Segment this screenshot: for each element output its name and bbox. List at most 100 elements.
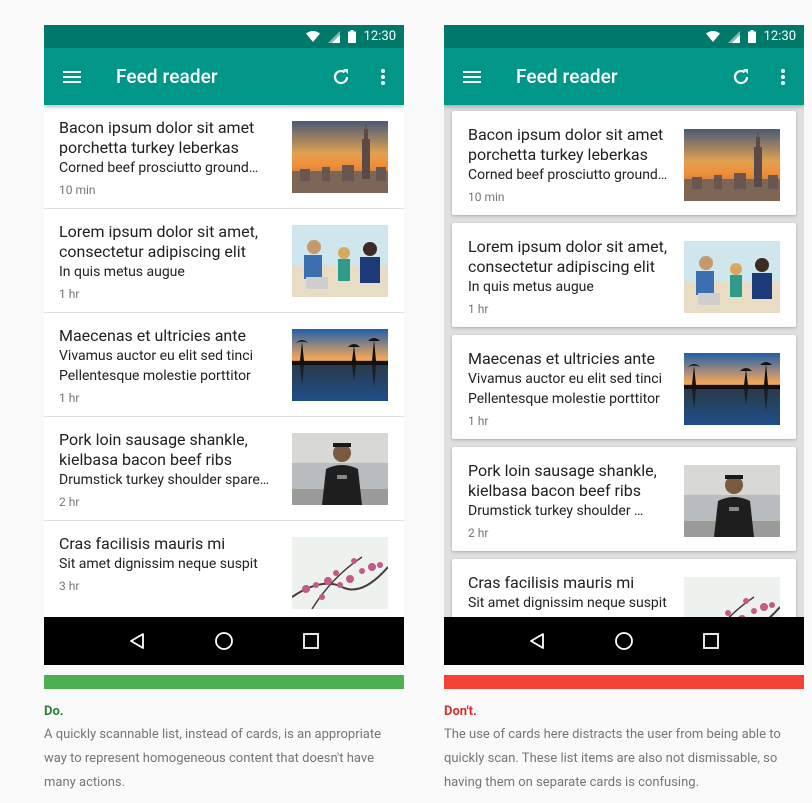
item-title: Bacon ipsum dolor sit amet porchetta tur… (59, 118, 255, 157)
item-title: Bacon ipsum dolor sit amet porchetta tur… (468, 125, 664, 164)
city-skyline-thumbnail (684, 129, 780, 201)
list-item[interactable]: Maecenas et ultricies ante Vivamus auctor… (44, 313, 404, 417)
pink-blossoms-thumbnail (292, 537, 388, 609)
item-title: Cras facilisis mauris mi (59, 534, 226, 553)
item-subtitle: Drumstick turkey shoulder spare… (59, 472, 270, 488)
dont-description: The use of cards here distracts the user… (444, 727, 781, 790)
dont-indicator-bar (444, 675, 804, 689)
do-label: Do. (44, 704, 64, 719)
app-title: Feed reader (116, 65, 218, 88)
feed-card[interactable]: Bacon ipsum dolor sit amet porchetta tur… (452, 111, 796, 215)
item-subtitle: Vivamus auctor eu elit sed tinci (59, 348, 253, 364)
item-subtitle: Corned beef prosciutto ground… (59, 160, 259, 176)
signal-icon (327, 30, 340, 43)
wifi-icon (305, 31, 320, 42)
signal-icon (727, 30, 740, 43)
feed-list: Bacon ipsum dolor sit amet porchetta tur… (44, 105, 404, 617)
battery-icon (347, 30, 356, 43)
item-time: 1 hr (468, 302, 489, 316)
palm-sunset-thumbnail (684, 353, 780, 425)
battery-icon (747, 30, 756, 43)
item-title: Pork loin sausage shankle, kielbasa baco… (468, 461, 657, 500)
city-skyline-thumbnail (292, 121, 388, 193)
back-icon[interactable] (117, 621, 157, 661)
item-time: 1 hr (468, 414, 489, 428)
item-time: 1 hr (59, 287, 80, 301)
status-time: 12:30 (763, 29, 796, 44)
app-title: Feed reader (516, 65, 618, 88)
family-beach-thumbnail (292, 225, 388, 297)
app-bar: Feed reader (44, 48, 404, 105)
family-beach-thumbnail (684, 241, 780, 313)
item-text: Cras facilisis mauris mi Sit amet digniss… (468, 573, 673, 613)
item-text: Maecenas et ultricies ante Vivamus auctor… (59, 326, 274, 406)
menu-icon[interactable] (444, 49, 500, 105)
phone-frame-list: 12:30 Feed reader Bacon ipsum dolor sit … (44, 25, 404, 665)
list-item[interactable]: Pork loin sausage shankle, kielbasa baco… (44, 417, 404, 521)
item-title: Maecenas et ultricies ante (468, 349, 655, 368)
item-text: Pork loin sausage shankle, kielbasa baco… (468, 461, 673, 541)
back-icon[interactable] (517, 621, 557, 661)
do-indicator-bar (44, 675, 404, 689)
feed-card[interactable]: Cras facilisis mauris mi Sit amet digniss… (452, 559, 796, 617)
item-title: Lorem ipsum dolor sit amet, consectetur … (468, 237, 667, 276)
more-vert-icon[interactable] (362, 49, 404, 105)
status-time: 12:30 (363, 29, 396, 44)
item-time: 10 min (59, 183, 96, 197)
recents-icon[interactable] (291, 621, 331, 661)
feed-cards: Bacon ipsum dolor sit amet porchetta tur… (444, 105, 804, 617)
item-title: Lorem ipsum dolor sit amet, consectetur … (59, 222, 258, 261)
dont-label: Don't. (444, 704, 477, 719)
item-time: 1 hr (59, 391, 80, 405)
menu-icon[interactable] (44, 49, 100, 105)
list-item[interactable]: Bacon ipsum dolor sit amet porchetta tur… (44, 105, 404, 209)
item-time: 2 hr (59, 495, 80, 509)
item-subtitle: Sit amet dignissim neque suspit (59, 556, 258, 572)
item-subtitle: Pellentesque molestie porttitor (468, 391, 660, 407)
item-text: Bacon ipsum dolor sit amet porchetta tur… (468, 125, 673, 205)
wifi-icon (705, 31, 720, 42)
man-portrait-thumbnail (684, 465, 780, 537)
item-subtitle: Sit amet dignissim neque suspit (468, 595, 667, 611)
item-subtitle: In quis metus augue (59, 264, 185, 280)
item-text: Lorem ipsum dolor sit amet, consectetur … (59, 222, 274, 302)
item-subtitle: Pellentesque molestie porttitor (59, 368, 251, 384)
item-text: Maecenas et ultricies ante Vivamus auctor… (468, 349, 673, 429)
feed-card[interactable]: Pork loin sausage shankle, kielbasa baco… (452, 447, 796, 551)
nav-bar (444, 617, 804, 665)
item-text: Cras facilisis mauris mi Sit amet digniss… (59, 534, 274, 594)
item-title: Maecenas et ultricies ante (59, 326, 246, 345)
man-portrait-thumbnail (292, 433, 388, 505)
feed-card[interactable]: Maecenas et ultricies ante Vivamus auctor… (452, 335, 796, 439)
item-title: Pork loin sausage shankle, kielbasa baco… (59, 430, 248, 469)
item-text: Bacon ipsum dolor sit amet porchetta tur… (59, 118, 274, 198)
phone-frame-cards: 12:30 Feed reader Bacon ipsum dolor sit … (444, 25, 804, 665)
list-item[interactable]: Lorem ipsum dolor sit amet, consectetur … (44, 209, 404, 313)
list-item[interactable]: Cras facilisis mauris mi Sit amet digniss… (44, 521, 404, 617)
item-time: 10 min (468, 190, 505, 204)
refresh-icon[interactable] (320, 49, 362, 105)
item-time: 3 hr (59, 579, 80, 593)
item-title: Cras facilisis mauris mi (468, 573, 635, 592)
item-subtitle: Drumstick turkey shoulder … (468, 503, 644, 519)
more-vert-icon[interactable] (762, 49, 804, 105)
refresh-icon[interactable] (720, 49, 762, 105)
feed-card[interactable]: Lorem ipsum dolor sit amet, consectetur … (452, 223, 796, 327)
item-subtitle: In quis metus augue (468, 279, 594, 295)
nav-bar (44, 617, 404, 665)
item-time: 2 hr (468, 526, 489, 540)
app-bar: Feed reader (444, 48, 804, 105)
palm-sunset-thumbnail (292, 329, 388, 401)
home-icon[interactable] (204, 621, 244, 661)
guideline-comparison: 12:30 Feed reader Bacon ipsum dolor sit … (0, 0, 812, 803)
item-subtitle: Vivamus auctor eu elit sed tinci (468, 371, 662, 387)
recents-icon[interactable] (691, 621, 731, 661)
item-text: Lorem ipsum dolor sit amet, consectetur … (468, 237, 673, 317)
home-icon[interactable] (604, 621, 644, 661)
item-subtitle: Corned beef prosciutto ground… (468, 167, 668, 183)
pink-blossoms-thumbnail (684, 577, 780, 617)
status-bar: 12:30 (444, 25, 804, 48)
item-text: Pork loin sausage shankle, kielbasa baco… (59, 430, 274, 510)
status-bar: 12:30 (44, 25, 404, 48)
do-description: A quickly scannable list, instead of car… (44, 727, 381, 790)
